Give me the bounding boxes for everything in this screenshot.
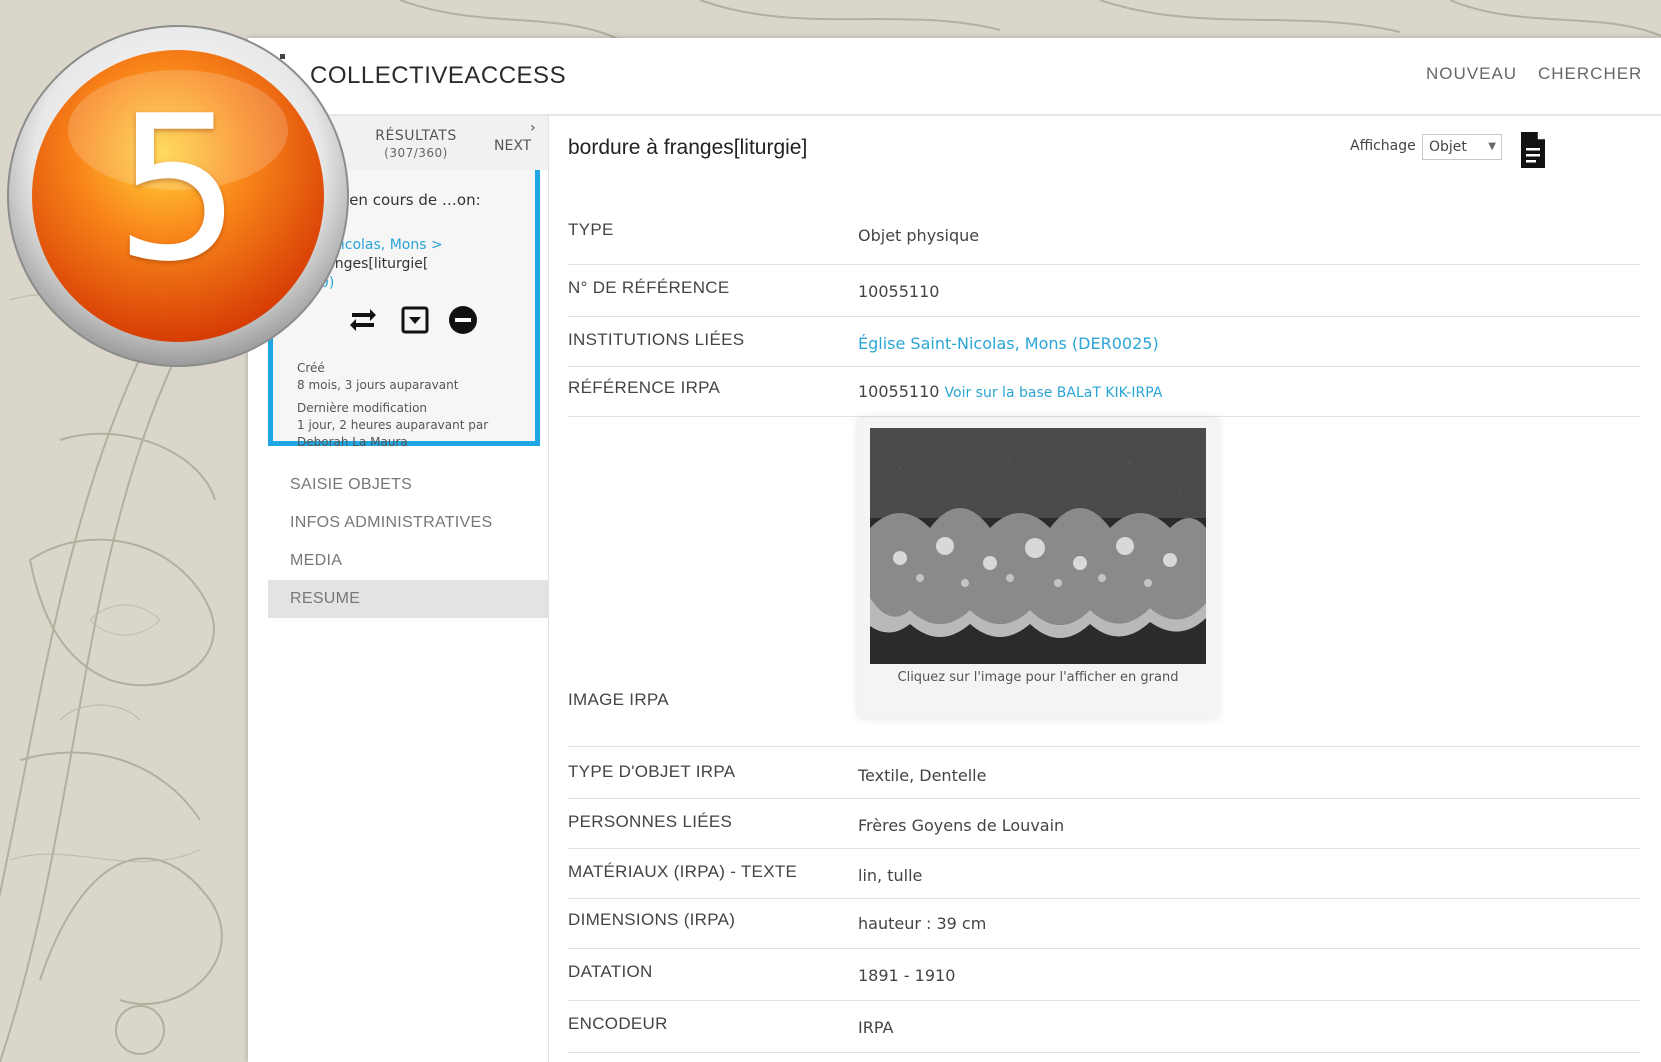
balat-link[interactable]: Voir sur la base BALaT KIK-IRPA	[945, 385, 1163, 401]
field-value: 10055110 Voir sur la base BALaT KIK-IRPA	[858, 382, 1162, 401]
field-row-dating: DATATION 1891 - 1910	[568, 950, 1640, 1001]
modified-label: Dernière modification	[297, 401, 428, 415]
export-document-icon[interactable]	[1518, 130, 1548, 170]
side-navigation: SAISIE OBJETS INFOS ADMINISTRATIVES MEDI…	[268, 466, 548, 618]
modified-value: 1 jour, 2 heures auparavant par Deborah …	[297, 418, 489, 449]
record-metadata: Créé 8 mois, 3 jours auparavant Dernière…	[297, 360, 527, 451]
field-label: TYPE	[568, 220, 614, 239]
step-number: 5	[114, 73, 242, 306]
field-label: IMAGE IRPA	[568, 690, 669, 709]
step-number-badge: 5	[2, 20, 354, 372]
app-window: COLLECTIVEACCESS NOUVEAU CHERCHER RÉSULT…	[248, 38, 1661, 1062]
field-row-type: TYPE Objet physique	[568, 206, 1640, 265]
nav-search-link[interactable]: CHERCHER	[1538, 64, 1642, 84]
display-mode-label: Affichage	[1350, 138, 1416, 154]
field-value: IRPA	[858, 1018, 894, 1037]
field-row-persons: PERSONNES LIÉES Frères Goyens de Louvain	[568, 800, 1640, 849]
field-row-institutions: INSTITUTIONS LIÉES Église Saint-Nicolas,…	[568, 318, 1640, 367]
field-value: lin, tulle	[858, 866, 923, 885]
field-label: MATÉRIAUX (IRPA) - TEXTE	[568, 862, 798, 881]
field-label: DATATION	[568, 962, 653, 981]
field-row-reference: N° DE RÉFÉRENCE 10055110	[568, 266, 1640, 317]
field-row-materials: MATÉRIAUX (IRPA) - TEXTE lin, tulle	[568, 850, 1640, 899]
lace-photo-image[interactable]	[870, 428, 1206, 664]
record-summary: bordure à franges[liturgie] Affichage Ob…	[568, 116, 1648, 1062]
field-label: ENCODEUR	[568, 1014, 668, 1033]
results-label[interactable]: RÉSULTATS (307/360)	[356, 128, 476, 160]
field-value: hauteur : 39 cm	[858, 914, 987, 933]
image-container: Cliquez sur l'image pour l'afficher en g…	[858, 418, 1218, 718]
display-mode-select[interactable]: Objet ▼	[1422, 134, 1502, 160]
next-button[interactable]: NEXT	[494, 138, 531, 154]
field-label: RÉFÉRENCE IRPA	[568, 378, 721, 397]
top-header: COLLECTIVEACCESS NOUVEAU CHERCHER	[248, 38, 1661, 116]
image-caption: Cliquez sur l'image pour l'afficher en g…	[897, 670, 1179, 685]
results-count: (307/360)	[384, 146, 448, 160]
field-value: Frères Goyens de Louvain	[858, 816, 1065, 835]
results-label-text: RÉSULTATS	[375, 128, 457, 144]
field-row-irpa-reference: RÉFÉRENCE IRPA 10055110 Voir sur la base…	[568, 368, 1640, 417]
field-value: 10055110	[858, 282, 940, 301]
field-row-dimensions: DIMENSIONS (IRPA) hauteur : 39 cm	[568, 900, 1640, 949]
field-label: INSTITUTIONS LIÉES	[568, 330, 745, 349]
field-row-object-type: TYPE D'OBJET IRPA Textile, Dentelle	[568, 748, 1640, 799]
side-nav-saisie-objets[interactable]: SAISIE OBJETS	[268, 466, 548, 504]
display-mode-value: Objet	[1429, 139, 1467, 155]
remove-icon[interactable]	[447, 304, 479, 336]
side-nav-resume[interactable]: RESUME	[268, 580, 548, 618]
chevron-down-icon: ▼	[1488, 141, 1496, 152]
chevron-right-icon[interactable]: ›	[530, 120, 536, 136]
field-row-irpa-image: IMAGE IRPA Cliquez sur l'image pour l'af…	[568, 418, 1640, 747]
dropdown-box-icon[interactable]	[399, 304, 431, 336]
field-row-encoder: ENCODEUR IRPA	[568, 1002, 1640, 1053]
field-value: Objet physique	[858, 226, 980, 245]
field-label: N° DE RÉFÉRENCE	[568, 278, 730, 297]
nav-new-link[interactable]: NOUVEAU	[1426, 64, 1517, 84]
field-label: TYPE D'OBJET IRPA	[568, 762, 736, 781]
field-value: 1891 - 1910	[858, 966, 956, 985]
field-label: DIMENSIONS (IRPA)	[568, 910, 736, 929]
created-value: 8 mois, 3 jours auparavant	[297, 378, 459, 392]
irpa-reference-value: 10055110	[858, 382, 940, 401]
institution-link[interactable]: Église Saint-Nicolas, Mons (DER0025)	[858, 334, 1159, 353]
field-value: Textile, Dentelle	[858, 766, 987, 785]
field-label: PERSONNES LIÉES	[568, 812, 733, 831]
record-title: bordure à franges[liturgie]	[568, 136, 808, 159]
side-nav-infos-administratives[interactable]: INFOS ADMINISTRATIVES	[268, 504, 548, 542]
side-nav-media[interactable]: MEDIA	[268, 542, 548, 580]
